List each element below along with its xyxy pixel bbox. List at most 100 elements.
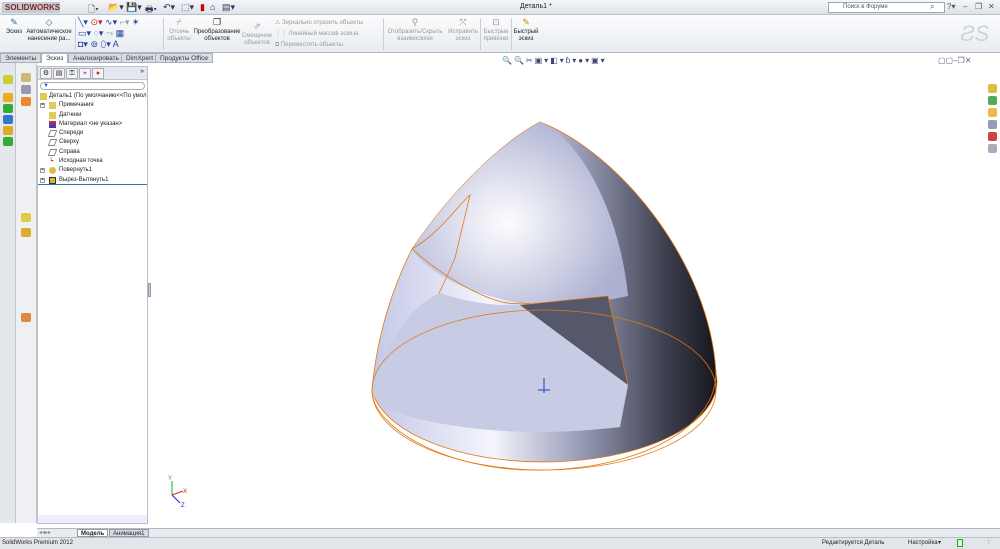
convert-entities-button[interactable]: ❒ Преобразование объектов — [193, 17, 241, 43]
tab-office-products[interactable]: Продукты Office — [155, 53, 214, 63]
linear-pattern-button[interactable]: ⋮⋮ Линейный массив эскиза — [275, 29, 375, 40]
tree-item-annotations[interactable]: + Примечания — [38, 101, 147, 110]
restore-button[interactable]: ❐ — [975, 2, 982, 11]
svg-text:X: X — [183, 489, 187, 495]
left-toolbar — [0, 63, 16, 523]
rapid-sketch-icon: ✎ — [522, 17, 530, 27]
repair-sketch-button[interactable]: ⤧ Исправить эскиз — [448, 17, 478, 43]
tab-dimxpert[interactable]: DimXpert — [121, 53, 159, 63]
graphics-area[interactable]: Y X Z — [150, 63, 988, 528]
line-icon[interactable]: ╲▾ — [78, 17, 88, 27]
offset-button[interactable]: ⇗ Смещение объектов — [242, 21, 272, 47]
expand-icon[interactable]: + — [40, 177, 45, 183]
forum-search-input[interactable]: Поиск в Форуме — [828, 2, 945, 13]
fillet-icon[interactable]: ⌐▾ — [120, 17, 130, 27]
arc-icon[interactable]: ◌▾ — [94, 28, 104, 38]
undo-icon[interactable]: ↶▾ — [163, 2, 175, 13]
offset-small-icon[interactable]: ⤳ — [106, 28, 113, 38]
tree-item-revolve[interactable]: + Повернуть1 — [38, 166, 147, 175]
view-palette-icon[interactable] — [988, 120, 997, 129]
toolbar-icon[interactable] — [21, 228, 31, 237]
tab-model[interactable]: Модель — [77, 529, 109, 537]
expand-chevron-icon[interactable]: » — [140, 68, 144, 75]
rapid-sketch-button[interactable]: ✎ Быстрый эскиз — [512, 17, 540, 43]
spline-icon[interactable]: ∿▾ — [105, 17, 117, 27]
tree-item-front-plane[interactable]: Спереди — [38, 129, 147, 138]
quick-snaps-button[interactable]: ⊡ Быстрые привязки — [482, 17, 510, 43]
sketch-button[interactable]: ✎ Эскиз — [4, 17, 24, 36]
smart-dimension-button[interactable]: ◇ Автоматическое нанесение ра... — [26, 17, 72, 43]
plane-icon[interactable]: ▦ — [116, 28, 125, 38]
configuration-manager-tab[interactable]: ⚿ — [66, 68, 78, 79]
toolbar-icon[interactable] — [3, 137, 13, 146]
reference-triad[interactable]: Y X Z — [168, 476, 187, 509]
property-manager-tab[interactable]: ▤ — [53, 68, 65, 79]
resources-icon[interactable] — [988, 84, 997, 93]
file-explorer-icon[interactable] — [988, 108, 997, 117]
customize-menu[interactable]: Настройка — [908, 538, 938, 548]
toolbar-icon[interactable] — [3, 126, 13, 135]
toolbar-icon[interactable] — [21, 85, 31, 94]
sketch-tools-grid[interactable]: ╲▾ ⊙▾ ∿▾ ⌐▾ ✶ ▭▾ ◌▾ ⤳ ▦ ◘▾ ⊚ ⬯▾ A — [78, 17, 139, 50]
tree-item-right-plane[interactable]: Справа — [38, 148, 147, 157]
appearances-icon[interactable] — [988, 132, 997, 141]
toolbar-icon[interactable] — [21, 213, 31, 222]
chevron-down-icon[interactable]: ▾ — [938, 538, 941, 548]
circle-icon[interactable]: ⊙▾ — [90, 17, 102, 27]
open-icon[interactable]: 📂▾ — [108, 2, 124, 13]
move-button[interactable]: ⧉ Переместить объекты — [275, 40, 375, 51]
ellipse-icon[interactable]: ⬯▾ — [101, 39, 111, 49]
3d-part-model[interactable] — [371, 121, 718, 471]
display-manager-tab[interactable]: ● — [92, 68, 104, 79]
tree-filter-input[interactable]: ▼ — [40, 82, 145, 90]
trim-button[interactable]: ⌿ Отсечь объекты — [166, 17, 192, 43]
toolbar-icon[interactable] — [21, 97, 31, 106]
polygon-icon[interactable]: ⊚ — [90, 39, 98, 49]
tab-evaluate[interactable]: Анализировать — [68, 53, 125, 63]
search-icon[interactable]: ⌕ — [930, 2, 934, 12]
minimize-button[interactable]: – — [963, 2, 967, 11]
save-icon[interactable]: 💾▾ — [126, 2, 142, 13]
info-icon[interactable]: ! — [988, 538, 990, 548]
tab-animation[interactable]: Анимация1 — [109, 529, 149, 537]
toolbar-icon[interactable] — [21, 313, 31, 322]
tree-item-cut-extrude[interactable]: + Вырез-Вытянуть1 — [38, 176, 147, 185]
svg-text:Y: Y — [168, 476, 172, 482]
mirror-button[interactable]: ⚠ Зеркально отразить объекты — [275, 18, 375, 29]
tree-item-top-plane[interactable]: Сверху — [38, 138, 147, 147]
custom-properties-icon[interactable] — [988, 144, 997, 153]
toolbar-icon[interactable] — [3, 104, 13, 113]
expand-icon[interactable]: + — [40, 168, 45, 174]
text-icon[interactable]: A — [113, 39, 119, 49]
tab-scroll-arrows[interactable]: ◂◂▸▸ — [39, 529, 51, 536]
toolbar-icon[interactable] — [3, 75, 13, 84]
tree-item-material[interactable]: Материал <не указан> — [38, 120, 147, 129]
rebuild-icon[interactable]: ▮ — [200, 2, 205, 13]
file-properties-icon[interactable]: ▤▾ — [222, 2, 235, 13]
options-icon[interactable]: ⌂ — [210, 2, 215, 12]
slot-icon[interactable]: ◘▾ — [78, 39, 88, 49]
toolbar-icon[interactable] — [3, 115, 13, 124]
tab-features[interactable]: Элементы — [0, 53, 42, 63]
toolbar-icon[interactable] — [21, 73, 31, 82]
plane-icon — [47, 130, 58, 138]
rebuild-status-icon[interactable] — [957, 539, 963, 547]
tree-item-origin[interactable]: ┕ Исходная точка — [38, 157, 147, 166]
dimxpert-manager-tab[interactable]: ⌖ — [79, 68, 91, 79]
tree-item-sensors[interactable]: Датчики — [38, 111, 147, 120]
tree-horizontal-scrollbar[interactable] — [38, 515, 147, 523]
design-library-icon[interactable] — [988, 96, 997, 105]
expand-icon[interactable]: + — [40, 103, 45, 109]
feature-manager-tab[interactable]: ⚙ — [40, 68, 52, 79]
close-button[interactable]: ✕ — [988, 2, 995, 11]
tree-root[interactable]: Деталь1 (По умолчанию<<По умол... — [38, 92, 147, 101]
help-icon[interactable]: ?▾ — [947, 2, 955, 11]
select-icon[interactable]: ⬚▾ — [181, 2, 194, 13]
toolbar-icon[interactable] — [3, 93, 13, 102]
rectangle-icon[interactable]: ▭▾ — [78, 28, 91, 38]
solidworks-logo[interactable]: SOLIDWORKS — [2, 2, 60, 13]
display-relations-button[interactable]: ⚲ Отобразить/Скрыть взаимосвязи — [386, 17, 444, 43]
point-icon[interactable]: ✶ — [132, 17, 140, 27]
tab-sketch[interactable]: Эскиз — [41, 53, 69, 63]
material-icon — [49, 120, 56, 128]
